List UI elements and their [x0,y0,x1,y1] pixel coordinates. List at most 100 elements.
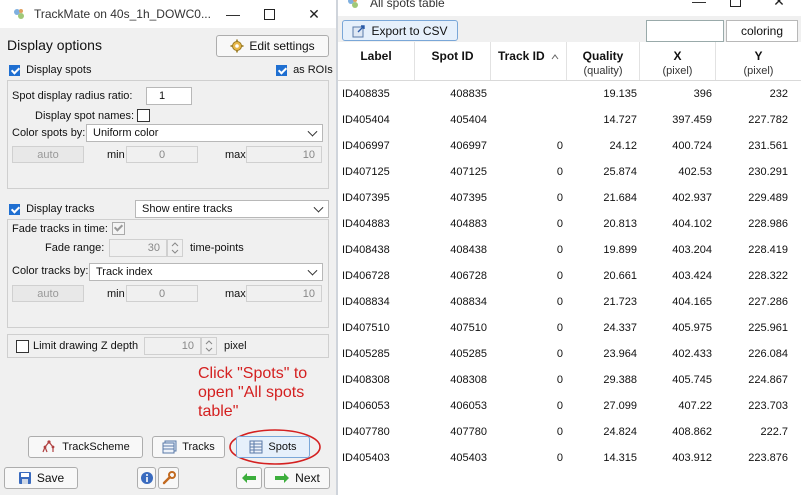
table-row[interactable]: ID407395 407395 0 21.684 402.937 229.489 [338,185,801,211]
save-button[interactable]: Save [4,467,78,489]
maximize-button[interactable] [718,0,752,8]
table-cell: ID404883 [342,218,390,230]
column-header-x[interactable]: X (pixel) [640,42,716,80]
table-row[interactable]: ID407780 407780 0 24.824 408.862 222.7 [338,419,801,445]
display-spots-checkbox[interactable] [9,64,20,76]
export-csv-button[interactable]: Export to CSV [342,20,458,41]
table-cell: ID407780 [342,426,390,438]
edit-settings-button[interactable]: Edit settings [216,35,329,57]
spots-table-icon [249,440,263,454]
spinner-arrows-icon [205,340,213,352]
arrow-right-icon [275,473,290,483]
spot-radius-input[interactable]: 1 [146,87,192,105]
table-cell: 228.986 [748,218,788,230]
display-tracks-checkbox-row[interactable]: Display tracks [9,203,95,215]
fade-tracks-checkbox[interactable] [112,222,125,235]
table-row[interactable]: ID405285 405285 0 23.964 402.433 226.084 [338,341,801,367]
color-spots-by-value: Uniform color [93,127,159,139]
search-input[interactable] [646,20,724,42]
table-cell: 402.433 [672,348,712,360]
tracks-auto-button[interactable]: auto [12,285,84,302]
table-cell: 230.291 [748,166,788,178]
track-display-mode-dropdown[interactable]: Show entire tracks [135,200,329,218]
column-header-spot-id[interactable]: Spot ID [415,42,491,80]
limit-z-spinner[interactable] [201,337,217,355]
spots-button[interactable]: Spots [236,436,310,458]
spots-min-input[interactable]: 0 [126,146,198,163]
trackmate-app-icon [14,9,24,19]
track-display-mode-value: Show entire tracks [142,203,233,215]
table-cell: ID405403 [342,452,390,464]
table-row[interactable]: ID408438 408438 0 19.899 403.204 228.419 [338,237,801,263]
table-cell: ID406053 [342,400,390,412]
table-row[interactable]: ID405404 405404 14.727 397.459 227.782 [338,107,801,133]
table-cell: 400.724 [672,140,712,152]
table-row[interactable]: ID405403 405403 0 14.315 403.912 223.876 [338,445,801,471]
close-button[interactable]: ✕ [297,0,331,28]
table-cell: 24.337 [603,322,637,334]
column-header-track-id[interactable]: Track ID [491,42,567,80]
table-row[interactable]: ID407510 407510 0 24.337 405.975 225.961 [338,315,801,341]
spots-min-value: 0 [158,148,166,161]
table-row[interactable]: ID408835 408835 19.135 396 232 [338,81,801,107]
as-rois-checkbox-row[interactable]: as ROIs [276,64,333,76]
table-row[interactable]: ID404883 404883 0 20.813 404.102 228.986 [338,211,801,237]
table-cell: 0 [556,296,563,308]
table-cell: 402.53 [678,166,712,178]
next-button[interactable]: Next [264,467,330,489]
table-row[interactable]: ID406997 406997 0 24.12 400.724 231.561 [338,133,801,159]
close-button[interactable]: ✕ [762,0,796,9]
table-cell: 397.459 [672,114,712,126]
fade-range-input[interactable]: 30 [109,239,167,257]
spots-max-input[interactable]: 10 [246,146,322,163]
tools-button[interactable] [158,467,179,489]
limit-z-input[interactable]: 10 [144,337,201,355]
minimize-button[interactable]: — [216,0,250,28]
table-cell: 0 [556,218,563,230]
maximize-button[interactable] [252,0,286,28]
tracks-auto-label: auto [37,287,59,300]
export-csv-label: Export to CSV [371,23,448,38]
as-rois-checkbox[interactable] [276,64,287,76]
table-row[interactable]: ID408834 408834 0 21.723 404.165 227.286 [338,289,801,315]
column-header-y[interactable]: Y (pixel) [716,42,801,80]
table-cell: 19.135 [603,88,637,100]
info-button[interactable] [137,467,156,489]
table-cell: 396 [693,88,712,100]
limit-z-checkbox[interactable] [16,340,29,353]
table-cell: 406997 [450,140,487,152]
display-spots-label: Display spots [26,64,92,76]
table-cell: 407510 [450,322,487,334]
spot-radius-label: Spot display radius ratio: [12,90,133,102]
minimize-button[interactable]: — [682,0,716,9]
color-tracks-by-dropdown[interactable]: Track index [89,263,323,281]
table-row[interactable]: ID406728 406728 0 20.661 403.424 228.322 [338,263,801,289]
previous-button[interactable] [236,467,262,489]
table-cell: 232 [769,88,788,100]
column-header-quality[interactable]: Quality (quality) [567,42,640,80]
spots-auto-button[interactable]: auto [12,146,84,163]
spots-max-label: max [225,149,246,161]
display-spots-checkbox-row[interactable]: Display spots [9,64,91,76]
table-cell: 227.782 [748,114,788,126]
tracks-min-input[interactable]: 0 [126,285,198,302]
table-cell: 406053 [450,400,487,412]
table-cell: 408308 [450,374,487,386]
table-cell: 0 [556,140,563,152]
table-cell: 0 [556,244,563,256]
table-row[interactable]: ID407125 407125 0 25.874 402.53 230.291 [338,159,801,185]
tracks-button[interactable]: Tracks [152,436,225,458]
table-cell: 228.322 [748,270,788,282]
tracks-min-label: min [107,288,125,300]
table-row[interactable]: ID408308 408308 0 29.388 405.745 224.867 [338,367,801,393]
tracks-max-input[interactable]: 10 [246,285,322,302]
display-tracks-checkbox[interactable] [9,203,20,215]
color-spots-by-dropdown[interactable]: Uniform color [86,124,323,142]
table-cell: 406728 [450,270,487,282]
coloring-button[interactable]: coloring [726,20,798,42]
fade-range-spinner[interactable] [167,239,183,257]
table-row[interactable]: ID406053 406053 0 27.099 407.22 223.703 [338,393,801,419]
trackscheme-button[interactable]: TrackScheme [28,436,143,458]
display-spot-names-checkbox[interactable] [137,109,150,122]
column-header-label[interactable]: Label [338,42,415,80]
